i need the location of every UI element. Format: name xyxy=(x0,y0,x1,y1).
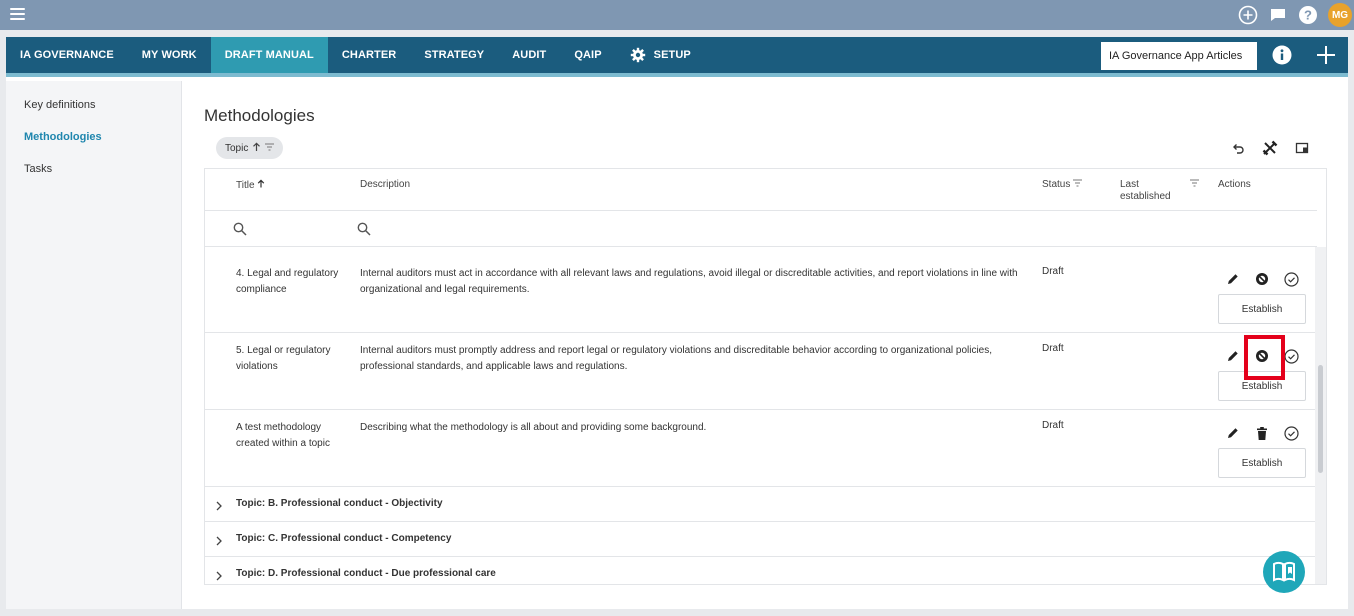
table-row[interactable]: A test methodology created within a topi… xyxy=(205,410,1317,487)
edit-icon[interactable] xyxy=(1224,270,1242,288)
chevron-right-icon xyxy=(215,498,223,516)
header-title[interactable]: Title xyxy=(236,179,265,191)
row-title: A test methodology created within a topi… xyxy=(236,422,330,449)
add-icon[interactable] xyxy=(1316,45,1336,65)
filter-icon[interactable] xyxy=(1073,179,1083,190)
check-circle-icon[interactable] xyxy=(1282,270,1300,288)
table-header: Title Description Status Last establishe… xyxy=(205,169,1317,211)
info-icon[interactable] xyxy=(1272,45,1292,65)
topic-group-row[interactable]: Topic: D. Professional conduct - Due pro… xyxy=(205,557,1317,584)
chevron-right-icon xyxy=(215,568,223,584)
topic-group-row[interactable]: Topic: C. Professional conduct - Compete… xyxy=(205,522,1317,557)
row-status: Draft xyxy=(1042,266,1064,277)
row-status: Draft xyxy=(1042,343,1064,354)
unpublish-icon[interactable] xyxy=(1253,270,1271,288)
add-circle-icon[interactable] xyxy=(1238,5,1258,25)
establish-button[interactable]: Establish xyxy=(1218,294,1306,324)
methodologies-table: Title Description Status Last establishe… xyxy=(204,168,1327,585)
tab-setup-label: SETUP xyxy=(653,49,691,61)
book-icon xyxy=(1273,561,1295,582)
header-last-established[interactable]: Last established xyxy=(1120,179,1182,203)
header-title-label: Title xyxy=(236,180,255,191)
tab-ia-governance[interactable]: IA GOVERNANCE xyxy=(6,37,128,73)
row-status: Draft xyxy=(1042,420,1064,431)
establish-button[interactable]: Establish xyxy=(1218,448,1306,478)
chevron-right-icon xyxy=(215,533,223,551)
search-icon[interactable] xyxy=(357,222,371,241)
user-avatar[interactable]: MG xyxy=(1328,3,1352,27)
header-status-label: Status xyxy=(1042,179,1071,190)
row-description: Internal auditors must promptly address … xyxy=(360,345,993,372)
app-frame: IA GOVERNANCE MY WORK DRAFT MANUAL CHART… xyxy=(6,37,1348,609)
help-center-button[interactable] xyxy=(1263,551,1305,593)
tab-charter[interactable]: CHARTER xyxy=(328,37,410,73)
sort-ascending-icon xyxy=(252,141,261,155)
page-title: Methodologies xyxy=(204,106,315,125)
help-icon[interactable]: ? xyxy=(1298,5,1318,25)
sort-ascending-icon xyxy=(257,179,265,191)
group-by-chip[interactable]: Topic xyxy=(216,137,284,159)
search-icon[interactable] xyxy=(233,222,247,241)
table-row[interactable]: 5. Legal or regulatory violations Intern… xyxy=(205,333,1317,410)
topic-group-label: Topic: C. Professional conduct - Compete… xyxy=(236,533,452,544)
row-description: Describing what the methodology is all a… xyxy=(360,422,707,433)
filter-row xyxy=(205,211,1317,247)
filter-icon xyxy=(265,142,275,154)
row-description: Internal auditors must act in accordance… xyxy=(360,268,1018,295)
tab-draft-manual[interactable]: DRAFT MANUAL xyxy=(210,37,328,73)
header-status[interactable]: Status xyxy=(1042,179,1083,190)
app-search-input[interactable] xyxy=(1101,42,1257,70)
topic-group-label: Topic: D. Professional conduct - Due pro… xyxy=(236,568,496,579)
tab-audit[interactable]: AUDIT xyxy=(498,37,560,73)
system-bar-icons: ? MG xyxy=(1238,2,1354,28)
table-scrollbar[interactable] xyxy=(1315,247,1326,584)
topic-group-row[interactable]: Topic: B. Professional conduct - Objecti… xyxy=(205,487,1317,522)
system-bar: ? MG xyxy=(0,0,1354,30)
tab-my-work[interactable]: MY WORK xyxy=(128,37,211,73)
check-circle-icon[interactable] xyxy=(1282,424,1300,442)
edit-icon[interactable] xyxy=(1224,424,1242,442)
row-title: 4. Legal and regulatory compliance xyxy=(236,268,339,295)
nav-tabs: IA GOVERNANCE MY WORK DRAFT MANUAL CHART… xyxy=(6,37,705,73)
main-navbar: IA GOVERNANCE MY WORK DRAFT MANUAL CHART… xyxy=(6,37,1348,77)
table-row[interactable]: 4. Legal and regulatory compliance Inter… xyxy=(205,256,1317,333)
header-description[interactable]: Description xyxy=(360,179,410,190)
sidebar: Key definitions Methodologies Tasks xyxy=(6,81,182,609)
sidebar-item-key-definitions[interactable]: Key definitions xyxy=(24,99,96,111)
edit-icon[interactable] xyxy=(1224,347,1242,365)
tab-setup[interactable]: SETUP xyxy=(616,37,705,73)
delete-icon[interactable] xyxy=(1253,424,1271,442)
undo-icon[interactable] xyxy=(1229,139,1247,157)
filter-icon[interactable] xyxy=(1190,179,1199,190)
tab-strategy[interactable]: STRATEGY xyxy=(410,37,498,73)
tab-qaip[interactable]: QAIP xyxy=(560,37,615,73)
row-title: 5. Legal or regulatory violations xyxy=(236,345,331,372)
highlight-box xyxy=(1244,335,1285,380)
menu-icon[interactable] xyxy=(10,8,25,20)
chat-icon[interactable] xyxy=(1268,5,1288,25)
scrollbar-thumb[interactable] xyxy=(1318,365,1323,473)
column-settings-icon[interactable] xyxy=(1293,139,1311,157)
topic-group-label: Topic: B. Professional conduct - Objecti… xyxy=(236,498,443,509)
sidebar-item-tasks[interactable]: Tasks xyxy=(24,163,52,175)
header-actions: Actions xyxy=(1218,179,1251,190)
chip-label: Topic xyxy=(225,142,249,154)
gear-icon xyxy=(630,47,646,63)
sidebar-item-methodologies[interactable]: Methodologies xyxy=(24,131,102,143)
svg-text:?: ? xyxy=(1304,8,1312,23)
tools-icon[interactable] xyxy=(1261,139,1279,157)
